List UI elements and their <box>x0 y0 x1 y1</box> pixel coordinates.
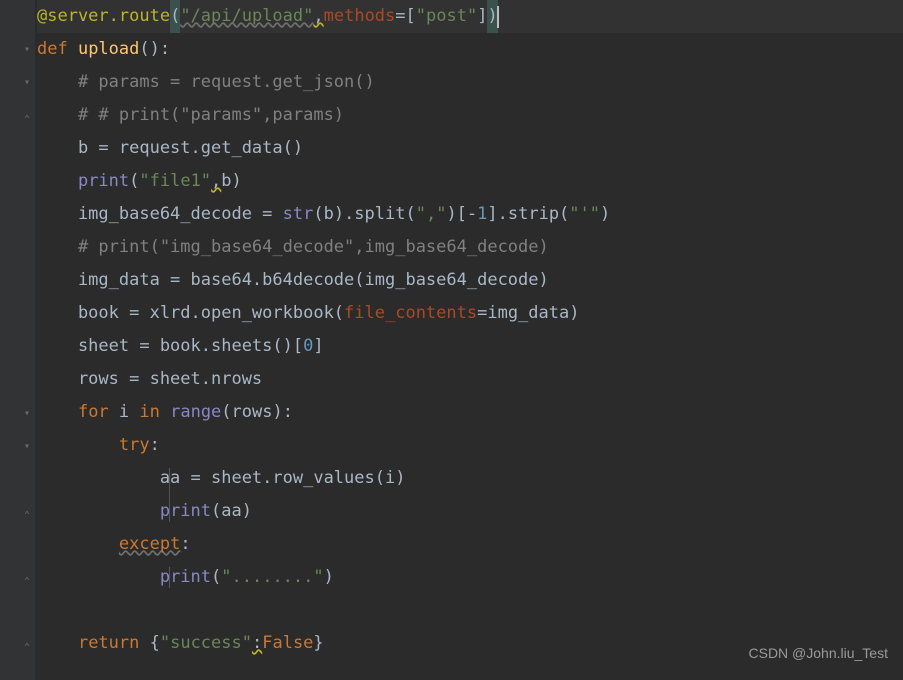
code-line[interactable]: # print("img_base64_decode",img_base64_d… <box>37 231 903 264</box>
indent-guide <box>169 468 170 522</box>
cursor <box>497 6 499 28</box>
code-line[interactable]: img_base64_decode = str(b).split(",")[-1… <box>37 198 903 231</box>
code-line[interactable]: book = xlrd.open_workbook(file_contents=… <box>37 297 903 330</box>
code-line[interactable]: aa = sheet.row_values(i) <box>37 462 903 495</box>
code-line[interactable]: # params = request.get_json() <box>37 66 903 99</box>
fold-icon[interactable]: ▾ <box>21 76 33 88</box>
code-line[interactable]: print("........") <box>37 561 903 594</box>
code-line[interactable]: for i in range(rows): <box>37 396 903 429</box>
code-line[interactable]: def upload(): <box>37 33 903 66</box>
code-line[interactable]: rows = sheet.nrows <box>37 363 903 396</box>
code-area[interactable]: @server.route("/api/upload",methods=["po… <box>35 0 903 680</box>
watermark: CSDN @John.liu_Test <box>749 637 889 670</box>
code-line[interactable] <box>37 594 903 627</box>
code-line[interactable]: print("file1",b) <box>37 165 903 198</box>
code-line[interactable]: sheet = book.sheets()[0] <box>37 330 903 363</box>
fold-icon[interactable]: ▾ <box>21 43 33 55</box>
code-editor[interactable]: ▾ ▾ ⌃ ▾ ▾ ⌃ ⌃ ⌃ @server.route("/api/uplo… <box>0 0 903 680</box>
code-line[interactable]: try: <box>37 429 903 462</box>
code-line[interactable]: except: <box>37 528 903 561</box>
fold-icon[interactable]: ⌃ <box>21 575 33 587</box>
code-line[interactable]: b = request.get_data() <box>37 132 903 165</box>
fold-icon[interactable]: ⌃ <box>21 641 33 653</box>
code-line[interactable]: # # print("params",params) <box>37 99 903 132</box>
fold-icon[interactable]: ▾ <box>21 407 33 419</box>
code-line[interactable]: print(aa) <box>37 495 903 528</box>
code-line[interactable]: @server.route("/api/upload",methods=["po… <box>37 0 903 33</box>
gutter: ▾ ▾ ⌃ ▾ ▾ ⌃ ⌃ ⌃ <box>0 0 35 680</box>
code-line[interactable]: img_data = base64.b64decode(img_base64_d… <box>37 264 903 297</box>
fold-icon[interactable]: ▾ <box>21 440 33 452</box>
fold-icon[interactable]: ⌃ <box>21 509 33 521</box>
indent-guide <box>169 567 170 588</box>
fold-icon[interactable]: ⌃ <box>21 113 33 125</box>
